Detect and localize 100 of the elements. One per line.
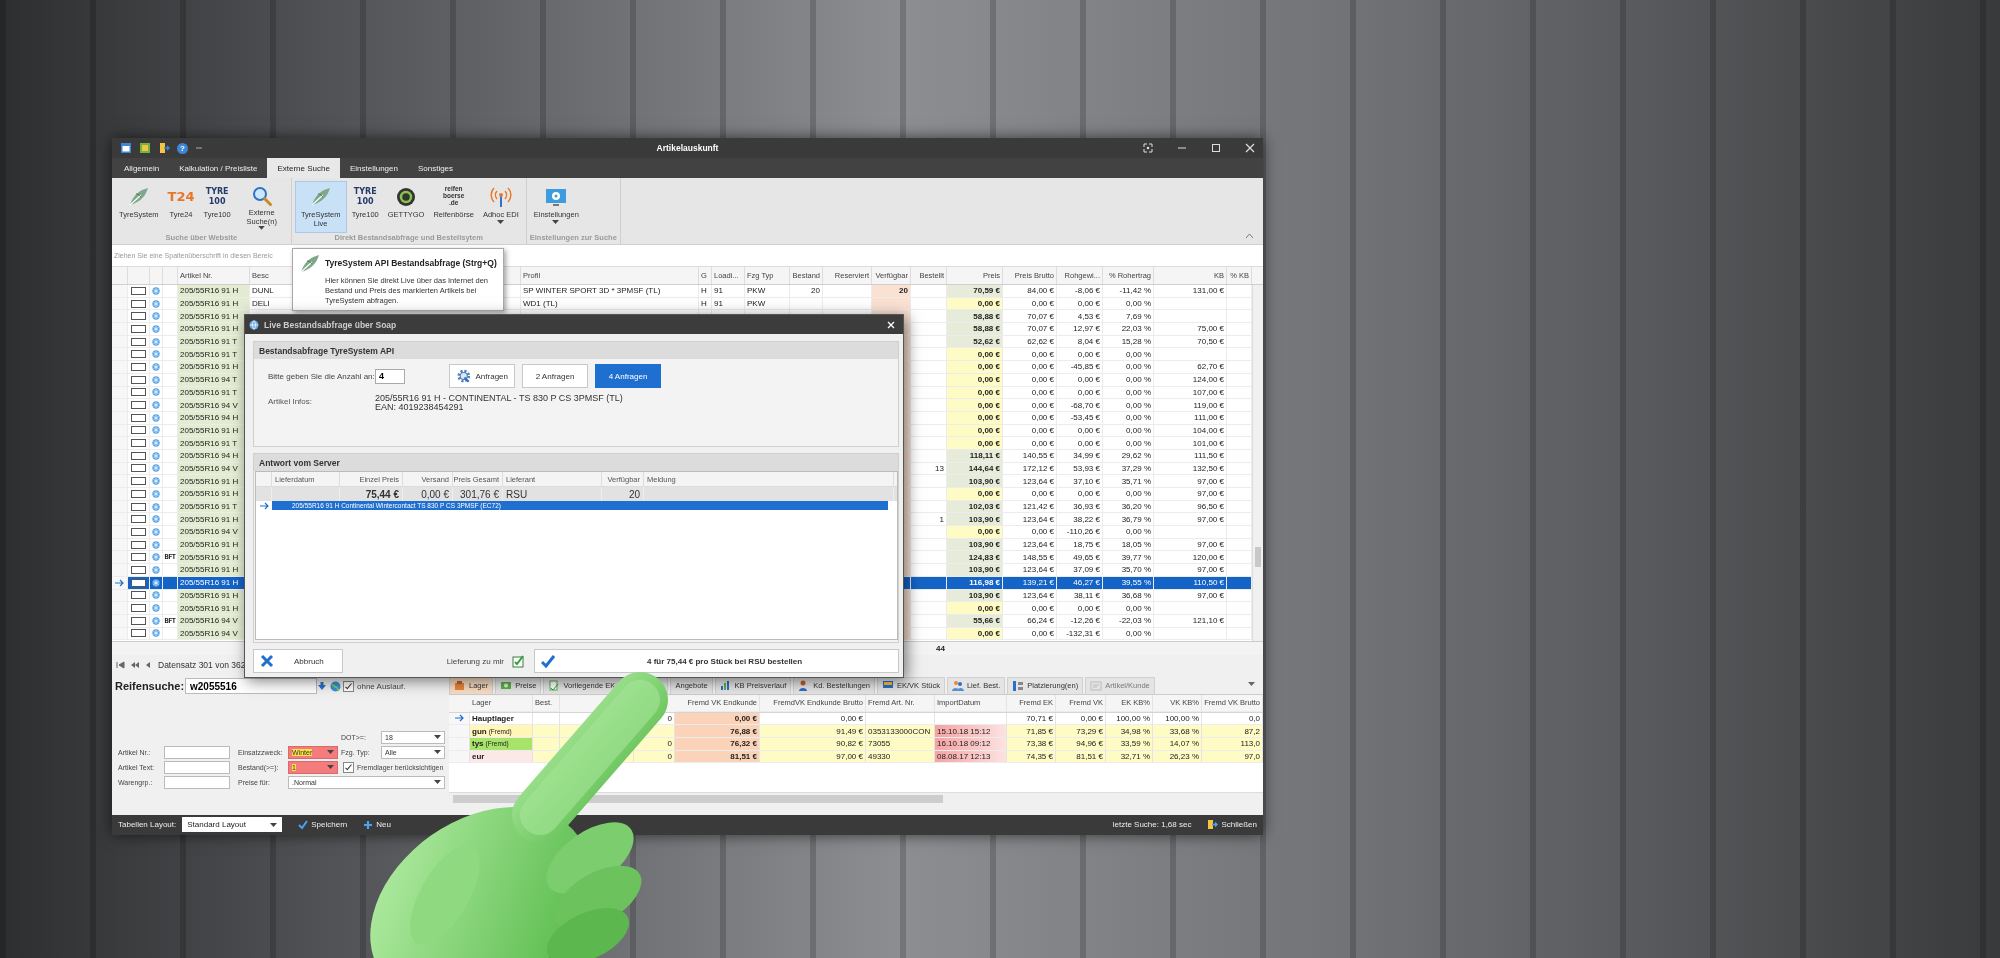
- table-cell: 0,00 €: [1003, 526, 1057, 539]
- table-cell: 35,70 %: [1103, 564, 1154, 577]
- field-label: Artikel Infos:: [268, 396, 313, 408]
- section-title: Bestandsabfrage TyreSystem API: [254, 342, 898, 359]
- table-cell: -12,26 €: [1057, 614, 1103, 628]
- table-cell: 205/55R16 91 H: [178, 285, 250, 298]
- table-cell: -45,85 €: [1057, 361, 1103, 374]
- table-cell: PKW: [745, 285, 790, 298]
- table-cell: 39,55 %: [1103, 576, 1154, 590]
- table-cell: 62,70 €: [1154, 361, 1227, 374]
- table-cell: 0,00 €: [947, 488, 1003, 501]
- article-info: EAN: 4019238454291: [375, 403, 465, 413]
- table-cell: 73,29 €: [1056, 725, 1106, 738]
- table-cell: -110,26 €: [1057, 526, 1103, 539]
- total-cell-text: 44: [935, 642, 946, 655]
- table-cell: 15.10.18 15:12: [935, 725, 1007, 738]
- table-cell: 110,50 €: [1154, 576, 1227, 590]
- table-cell: 0,00 €: [1003, 602, 1057, 615]
- logo-text: T24: [167, 189, 195, 204]
- table-cell: 20: [790, 285, 823, 298]
- table-cell: 26,23 %: [1153, 750, 1202, 764]
- table-cell: 0,00 €: [947, 361, 1003, 374]
- table-cell: -22,03 %: [1103, 614, 1154, 628]
- table-cell: 97,00 €: [1154, 488, 1227, 501]
- table-cell: 0,00 €: [1003, 488, 1057, 501]
- table-cell: 103,90 €: [947, 475, 1003, 488]
- table-cell: 37,09 €: [1057, 564, 1103, 577]
- table-cell: 46,27 €: [1057, 576, 1103, 590]
- table-cell: 76,88 €: [675, 725, 760, 738]
- table-cell: 113,0: [1202, 737, 1263, 751]
- search-label: Reifensuche:: [115, 680, 185, 693]
- table-cell: 33,68 %: [1153, 725, 1202, 738]
- table-cell: 0,00 €: [1003, 627, 1057, 641]
- table-cell: 111,50 €: [1154, 449, 1227, 463]
- table-cell: 0,00 %: [1103, 437, 1154, 450]
- table-cell: 0,00 €: [1003, 411, 1057, 425]
- table-cell: SP WINTER SPORT 3D * 3PMSF (TL): [521, 285, 699, 298]
- table-cell: 33,59 %: [1106, 737, 1153, 751]
- table-cell: 34,98 %: [1106, 725, 1153, 738]
- table-cell: 0,00 %: [1103, 602, 1154, 615]
- table-cell: 87,2: [1202, 725, 1263, 738]
- table-cell: -68,70 €: [1057, 399, 1103, 412]
- table-cell: 0,00 €: [1057, 602, 1103, 615]
- table-cell: 91,49 €: [760, 725, 866, 738]
- table-cell: 0,00 €: [947, 526, 1003, 539]
- table-cell: 0,00 €: [1057, 373, 1103, 387]
- table-cell: 139,21 €: [1003, 576, 1057, 590]
- table-cell: 101,00 €: [1154, 437, 1227, 450]
- table-cell: 70,59 €: [947, 285, 1003, 298]
- table-cell: 0,00 €: [1003, 437, 1057, 450]
- table-cell: 103,90 €: [947, 564, 1003, 577]
- table-cell: 84,00 €: [1003, 285, 1057, 298]
- article-info: 205/55R16 91 H - CONTINENTAL - TS 830 P CS 3PMSF (TL): [375, 394, 623, 404]
- table-cell: 12,97 €: [1057, 323, 1103, 336]
- table-cell: 0,00 €: [1003, 361, 1057, 374]
- table-cell: 0,00 %: [1103, 399, 1154, 412]
- table-cell: 97,00 €: [1154, 564, 1227, 577]
- table-cell: 0,00 %: [1103, 411, 1154, 425]
- layout-label: Tabellen Layout:: [118, 820, 177, 830]
- table-cell: 0,00 €: [1003, 399, 1057, 412]
- table-cell: 58,88 €: [947, 310, 1003, 324]
- dialog-title: Live Bestandsabfrage über Soap: [264, 319, 398, 330]
- field-label: Bitte geben Sie die Anzahl an:: [268, 371, 375, 381]
- table-cell: 0,00 €: [1057, 488, 1103, 501]
- table-cell: 116,98 €: [947, 576, 1003, 590]
- table-cell: 73,38 €: [1007, 737, 1056, 751]
- table-cell: 74,35 €: [1007, 750, 1056, 764]
- table-cell: 0,00 %: [1103, 361, 1154, 374]
- tooltip-title: TyreSystem API Bestandsabfrage (Strg+Q): [325, 258, 497, 268]
- table-cell: -8,06 €: [1057, 285, 1103, 298]
- table-cell: 81,51 €: [1056, 750, 1106, 764]
- table-cell: -53,45 €: [1057, 411, 1103, 425]
- table-cell: 0,00 %: [1103, 373, 1154, 387]
- table-cell: H: [699, 285, 712, 298]
- window-title: Artikelauskunft: [656, 143, 719, 153]
- table-cell: 0,00 €: [947, 437, 1003, 450]
- table-cell: 119,00 €: [1154, 399, 1227, 412]
- logo-text: TYRE 100: [353, 187, 377, 206]
- table-cell: 0,00 %: [1103, 627, 1154, 641]
- table-cell: -132,31 €: [1057, 627, 1103, 641]
- table-cell: 97,0: [1202, 750, 1263, 764]
- table-cell: 22,03 %: [1103, 323, 1154, 336]
- table-cell: 34,99 €: [1057, 449, 1103, 463]
- table-cell: 94,96 €: [1056, 737, 1106, 751]
- table-cell: 58,88 €: [947, 323, 1003, 336]
- search-time: letzte Suche: 1,68 sec: [1112, 820, 1192, 830]
- table-cell: 103,90 €: [947, 513, 1003, 527]
- delivery-label: Lieferung zu mir: [446, 656, 504, 666]
- table-cell: 90,82 €: [760, 737, 866, 751]
- table-cell: 91: [712, 285, 745, 298]
- table-cell: 71,85 €: [1007, 725, 1056, 738]
- table-cell: 121,10 €: [1154, 614, 1227, 628]
- table-cell: 205/55R16 91 H: [178, 310, 250, 324]
- table-cell: 124,83 €: [947, 551, 1003, 565]
- table-cell: 20: [872, 285, 911, 298]
- table-cell: 32,71 %: [1106, 750, 1153, 764]
- logo-text: TYRE 100: [205, 187, 229, 206]
- table-cell: 0,00 €: [1057, 437, 1103, 450]
- table-cell: 140,55 €: [1003, 449, 1057, 463]
- table-cell: 0,00 €: [947, 348, 1003, 362]
